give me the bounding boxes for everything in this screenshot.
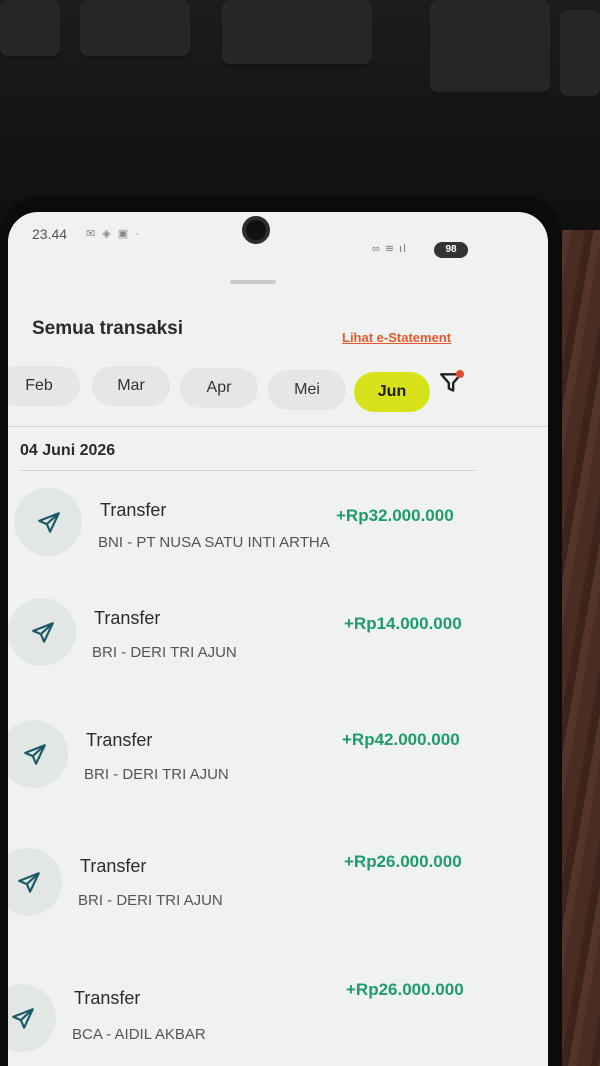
- month-chip-mei[interactable]: Mei: [268, 370, 346, 410]
- transaction-amount: +Rp26.000.000: [346, 980, 464, 999]
- phone-screen: 23.44 ✉ ◈ ▣ · ∞ ≋ ıl 98 Semua transaksi …: [8, 212, 548, 1066]
- camera-notch: [242, 216, 270, 244]
- battery-indicator: 98: [434, 242, 468, 258]
- header-divider: [8, 426, 548, 427]
- notification-icons: ✉ ◈ ▣ ·: [86, 228, 141, 240]
- transaction-icon-circle: [14, 488, 82, 556]
- signal-icons: ∞ ≋ ıl: [372, 243, 407, 255]
- filter-button[interactable]: [438, 370, 468, 400]
- transaction-amount: +Rp14.000.000: [344, 614, 462, 633]
- send-icon: [32, 622, 54, 643]
- transaction-description: BRI - DERI TRI AJUN: [92, 644, 237, 661]
- status-bar: 23.44 ✉ ◈ ▣ · ∞ ≋ ıl 98: [8, 212, 548, 262]
- filter-active-dot: [456, 370, 464, 378]
- transaction-item[interactable]: Transfer BRI - DERI TRI AJUN +Rp42.000.0…: [8, 720, 520, 820]
- month-chip-jun[interactable]: Jun: [354, 372, 430, 412]
- transaction-icon-circle: [8, 984, 56, 1052]
- status-time: 23.44: [32, 226, 68, 242]
- transaction-item[interactable]: Transfer BCA - AIDIL AKBAR +Rp26.000.000: [8, 980, 508, 1066]
- transaction-description: BRI - DERI TRI AJUN: [84, 766, 229, 783]
- transaction-icon-circle: [8, 848, 62, 916]
- transaction-type: Transfer: [94, 608, 161, 628]
- month-chip-feb[interactable]: Feb: [8, 366, 80, 406]
- send-icon: [18, 872, 40, 893]
- transaction-amount: +Rp42.000.000: [342, 730, 460, 749]
- transaction-description: BNI - PT NUSA SATU INTI ARTHA: [98, 534, 330, 551]
- transaction-item[interactable]: Transfer BNI - PT NUSA SATU INTI ARTHA +…: [14, 488, 534, 588]
- transaction-type: Transfer: [80, 856, 147, 876]
- page-title: Semua transaksi: [32, 318, 184, 339]
- month-chip-apr[interactable]: Apr: [180, 368, 258, 408]
- transaction-icon-circle: [8, 598, 76, 666]
- send-icon: [24, 744, 46, 765]
- transaction-type: Transfer: [74, 988, 141, 1008]
- send-icon: [12, 1008, 34, 1029]
- sheet-grabber[interactable]: [230, 280, 276, 284]
- transaction-item[interactable]: Transfer BRI - DERI TRI AJUN +Rp26.000.0…: [8, 848, 514, 948]
- month-chip-mar[interactable]: Mar: [92, 366, 170, 406]
- transaction-type: Transfer: [86, 730, 153, 750]
- date-group-header: 04 Juni 2026: [20, 442, 116, 459]
- transaction-type: Transfer: [100, 500, 167, 520]
- transaction-amount: +Rp26.000.000: [344, 852, 462, 871]
- transaction-description: BRI - DERI TRI AJUN: [78, 892, 223, 909]
- send-icon: [38, 512, 60, 533]
- estatement-link[interactable]: Lihat e-Statement: [342, 330, 451, 345]
- transaction-amount: +Rp32.000.000: [336, 506, 454, 525]
- transaction-icon-circle: [8, 720, 68, 788]
- date-divider: [20, 470, 476, 471]
- transaction-description: BCA - AIDIL AKBAR: [72, 1026, 206, 1043]
- transaction-item[interactable]: Transfer BRI - DERI TRI AJUN +Rp14.000.0…: [8, 598, 528, 698]
